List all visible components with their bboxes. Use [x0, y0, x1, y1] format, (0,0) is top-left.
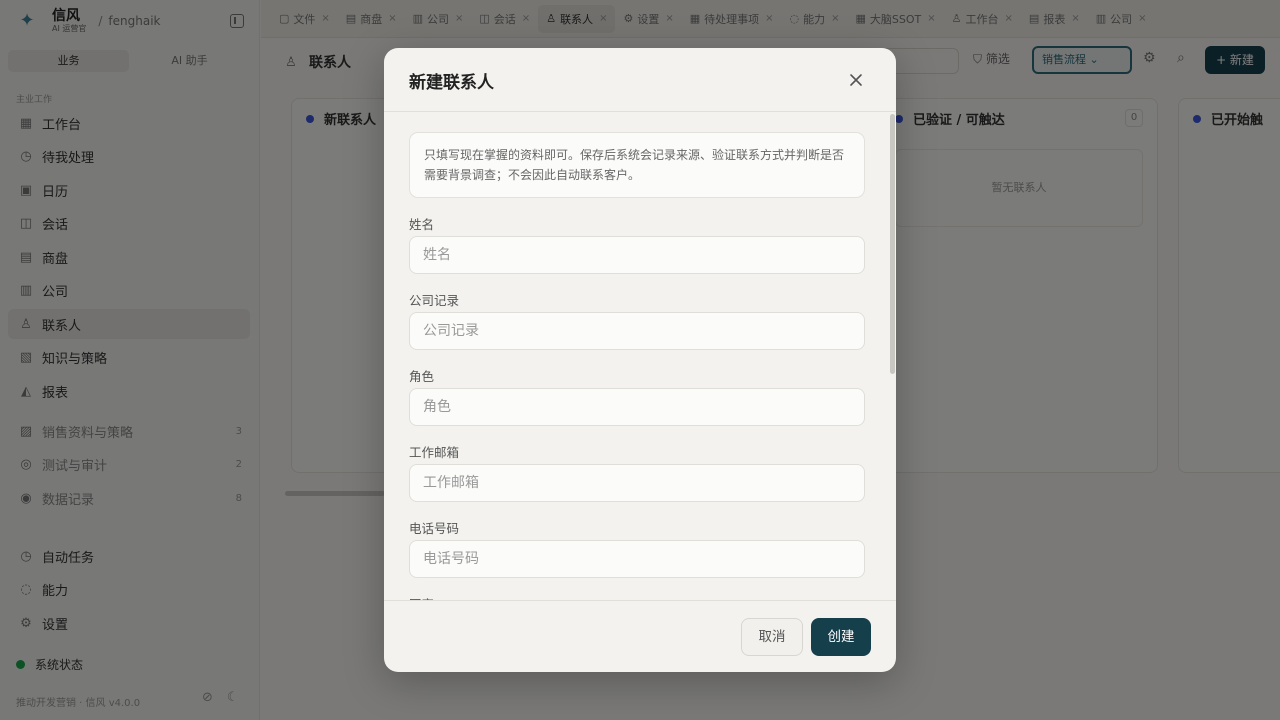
close-icon[interactable] [846, 70, 866, 90]
name-label: 姓名 [409, 217, 435, 232]
dialog-scrollbar[interactable] [890, 114, 895, 374]
phone-field[interactable] [409, 540, 865, 578]
work-email-label: 工作邮箱 [409, 445, 460, 460]
cancel-button[interactable]: 取消 [741, 618, 803, 656]
role-field[interactable] [409, 388, 865, 426]
work-email-field[interactable] [409, 464, 865, 502]
company-record-label: 公司记录 [409, 293, 460, 308]
dialog-notice: 只填写现在掌握的资料即可。保存后系统会记录来源、验证联系方式并判断是否需要背景调… [409, 132, 865, 198]
dialog-body: 只填写现在掌握的资料即可。保存后系统会记录来源、验证联系方式并判断是否需要背景调… [384, 112, 896, 600]
name-field[interactable] [409, 236, 865, 274]
new-contact-dialog: 新建联系人 只填写现在掌握的资料即可。保存后系统会记录来源、验证联系方式并判断是… [384, 48, 896, 672]
dialog-footer: 取消 创建 [384, 600, 896, 672]
dialog-header: 新建联系人 [384, 48, 896, 112]
create-button[interactable]: 创建 [811, 618, 871, 656]
phone-label: 电话号码 [409, 521, 460, 536]
role-label: 角色 [409, 369, 435, 384]
company-record-field[interactable] [409, 312, 865, 350]
dialog-title: 新建联系人 [409, 73, 494, 93]
